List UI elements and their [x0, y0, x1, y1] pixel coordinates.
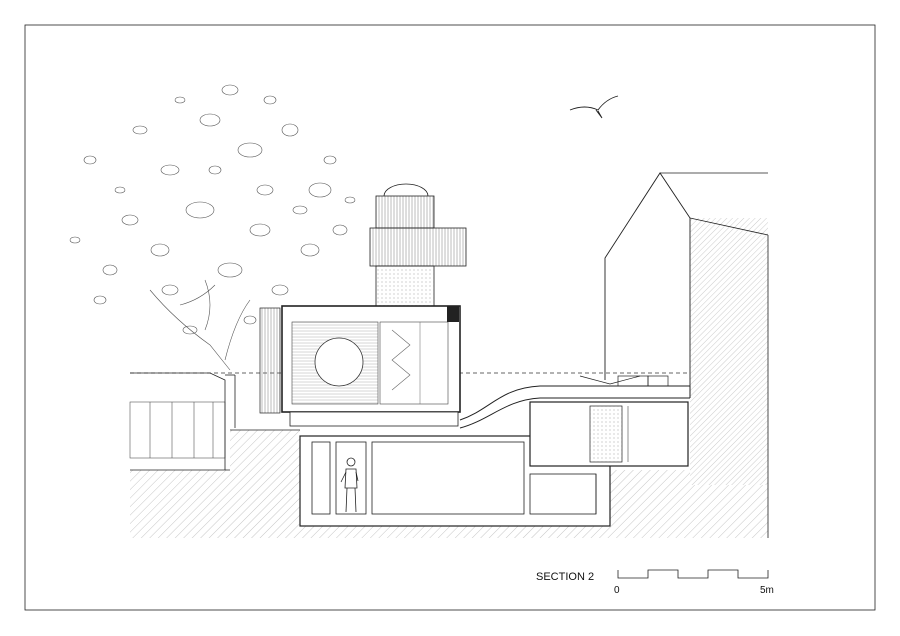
seagull-icon	[569, 95, 619, 119]
main-pavilion	[259, 305, 461, 427]
scale-bar: 0 5m	[614, 569, 774, 596]
left-pavilion	[129, 372, 236, 470]
scale-bar-start-label: 0	[614, 585, 620, 596]
scale-bar-end-label: 5m	[760, 585, 774, 596]
section-title: SECTION 2	[536, 571, 594, 583]
architectural-section-drawing: SECTION 2 0 5m	[24, 24, 876, 611]
tower	[369, 183, 467, 307]
round-window	[314, 337, 364, 387]
